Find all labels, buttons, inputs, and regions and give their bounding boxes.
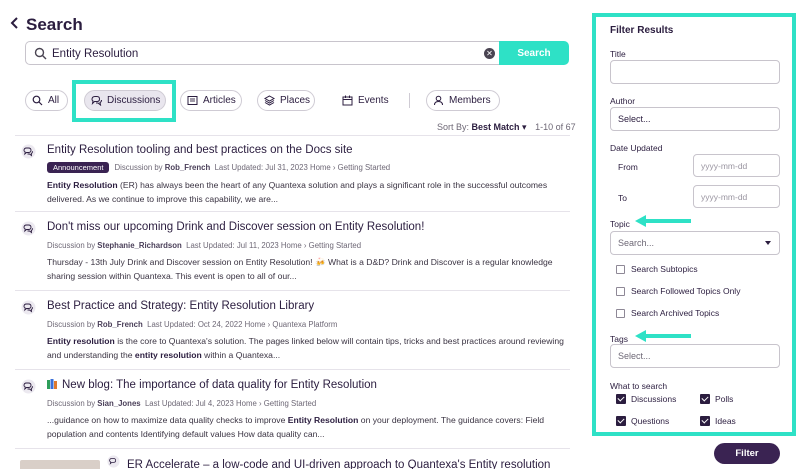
filter-title: Filter Results [610, 25, 674, 36]
from-date-input[interactable]: yyyy-mm-dd [693, 154, 780, 177]
tab-label: Places [280, 95, 311, 106]
article-icon [187, 96, 198, 105]
clear-search-icon[interactable]: ✕ [484, 48, 495, 59]
chevron-left-icon[interactable] [9, 15, 21, 31]
author-link[interactable]: Stephanie_Richardson [97, 241, 182, 250]
chevron-down-icon [765, 241, 771, 245]
topic-label: Topic [610, 219, 630, 229]
sort-control: Sort By: Best Match ▾ 1-10 of 67 [437, 122, 576, 133]
divider [15, 369, 570, 370]
list-item: Best Practice and Strategy: Entity Resol… [15, 292, 570, 370]
tab-places[interactable]: Places [257, 90, 315, 111]
followed-topics-checkbox[interactable]: Search Followed Topics Only [616, 286, 740, 296]
result-snippet: Thursday - 13th July Drink and Discover … [47, 257, 553, 281]
arrow-annotation [635, 215, 691, 227]
checkbox-checked[interactable] [700, 394, 710, 404]
checkbox[interactable] [616, 286, 625, 296]
list-item: Don't miss our upcoming Drink and Discov… [15, 213, 570, 291]
divider [15, 290, 570, 291]
checkbox[interactable] [616, 308, 625, 318]
highlight-box [72, 80, 176, 122]
author-link[interactable]: Rob_French [165, 163, 211, 172]
search-icon [34, 47, 47, 60]
filter-button[interactable]: Filter [714, 443, 780, 464]
discussion-icon [21, 144, 36, 159]
tags-label: Tags [610, 334, 628, 344]
title-input[interactable] [610, 60, 780, 84]
arrow-annotation [635, 330, 691, 342]
filter-panel: Filter Results Title Author Select... Da… [592, 13, 796, 436]
discussion-icon [21, 300, 36, 315]
result-snippet: Entity resolution is the core to Quantex… [47, 336, 564, 360]
divider [15, 448, 570, 449]
questions-checkbox[interactable]: Questions [616, 416, 669, 426]
tab-all[interactable]: All [25, 90, 68, 111]
search-box: ✕ [25, 41, 501, 65]
tab-label: All [48, 95, 60, 106]
tags-select[interactable]: Select... [610, 344, 780, 368]
list-item: Entity Resolution tooling and best pract… [15, 136, 570, 212]
result-meta: Discussion by Stephanie_Richardson Last … [47, 241, 362, 250]
tab-divider [409, 93, 410, 108]
calendar-icon [342, 95, 353, 106]
person-icon [434, 95, 443, 106]
tab-label: Articles [203, 95, 236, 106]
tab-events[interactable]: Events [330, 90, 394, 111]
places-icon [264, 95, 275, 106]
to-label: To [618, 193, 627, 203]
list-item: New blog: The importance of data quality… [15, 371, 570, 449]
result-meta: Announcement Discussion by Rob_French Las… [47, 162, 390, 173]
author-label: Author [610, 96, 636, 106]
list-item: ER Accelerate – a low-code and UI-driven… [15, 450, 570, 469]
discussion-icon [21, 379, 36, 394]
tab-articles[interactable]: Articles [180, 90, 242, 111]
checkbox[interactable] [616, 264, 625, 274]
from-label: From [618, 162, 638, 172]
what-to-search-label: What to search [610, 381, 668, 391]
checkbox-checked[interactable] [700, 416, 710, 426]
result-title[interactable]: Entity Resolution tooling and best pract… [47, 144, 353, 156]
search-button[interactable]: Search [499, 41, 569, 65]
title-label: Title [610, 49, 626, 59]
result-meta: Discussion by Sian_Jones Last Updated: J… [47, 399, 317, 408]
polls-checkbox[interactable]: Polls [700, 394, 733, 404]
search-input[interactable] [52, 45, 472, 62]
sort-dropdown[interactable]: Best Match ▾ [472, 122, 527, 132]
result-meta: Discussion by Rob_French Last Updated: O… [47, 320, 338, 329]
announcement-badge: Announcement [47, 162, 110, 173]
page-title: Search [26, 15, 83, 34]
discussion-icon [21, 221, 36, 236]
discussion-icon [107, 455, 120, 468]
result-title[interactable]: ER Accelerate – a low-code and UI-driven… [127, 459, 550, 469]
result-snippet: ...guidance on how to maximize data qual… [47, 415, 545, 439]
result-count: 1-10 of 67 [535, 122, 576, 132]
ideas-checkbox[interactable]: Ideas [700, 416, 736, 426]
search-subtopics-checkbox[interactable]: Search Subtopics [616, 264, 698, 274]
result-title[interactable]: New blog: The importance of data quality… [47, 379, 377, 391]
checkbox-checked[interactable] [616, 416, 626, 426]
author-select[interactable]: Select... [610, 107, 780, 131]
tab-members[interactable]: Members [426, 90, 500, 111]
date-label: Date Updated [610, 143, 663, 153]
author-link[interactable]: Rob_French [97, 320, 143, 329]
tab-label: Members [449, 95, 491, 106]
tab-label: Events [358, 95, 389, 106]
result-title[interactable]: Don't miss our upcoming Drink and Discov… [47, 221, 424, 233]
archived-topics-checkbox[interactable]: Search Archived Topics [616, 308, 719, 318]
divider [15, 211, 570, 212]
author-link[interactable]: Sian_Jones [97, 399, 140, 408]
sort-label: Sort By: [437, 122, 470, 132]
result-snippet: Entity Resolution (ER) has always been t… [47, 180, 548, 204]
topic-select[interactable]: Search... [610, 231, 780, 255]
books-icon [47, 379, 57, 389]
to-date-input[interactable]: yyyy-mm-dd [693, 185, 780, 208]
discussions-checkbox[interactable]: Discussions [616, 394, 676, 404]
checkbox-checked[interactable] [616, 394, 626, 404]
search-icon [32, 95, 43, 106]
result-title[interactable]: Best Practice and Strategy: Entity Resol… [47, 300, 314, 312]
